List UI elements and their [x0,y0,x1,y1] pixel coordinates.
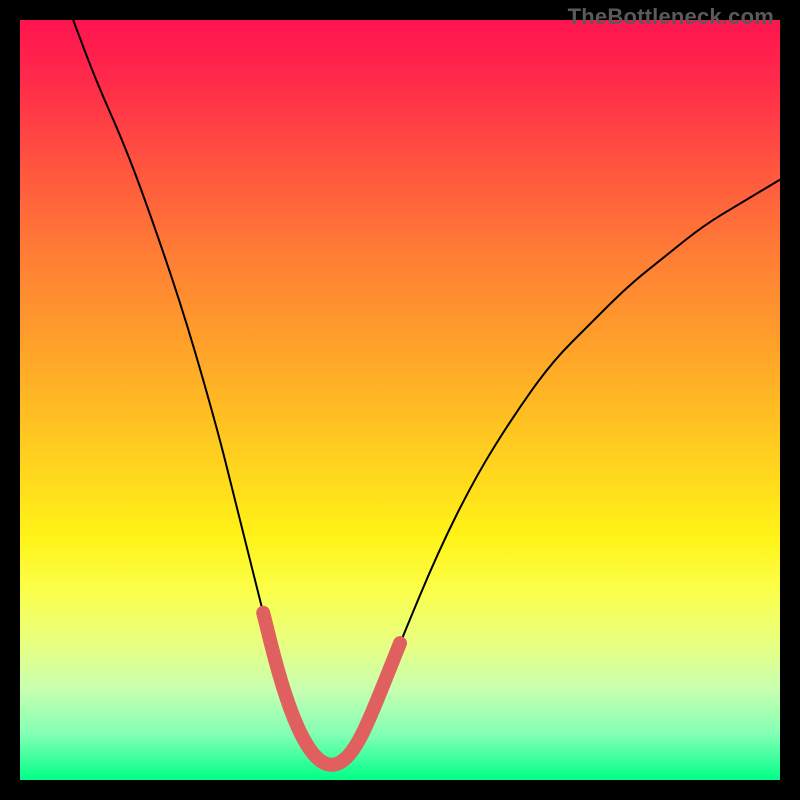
bottleneck-valley-highlight [263,613,400,765]
bottleneck-curve [73,20,780,765]
watermark-text: TheBottleneck.com [568,4,774,30]
curve-svg [20,20,780,780]
chart-frame: TheBottleneck.com [0,0,800,800]
plot-area [20,20,780,780]
